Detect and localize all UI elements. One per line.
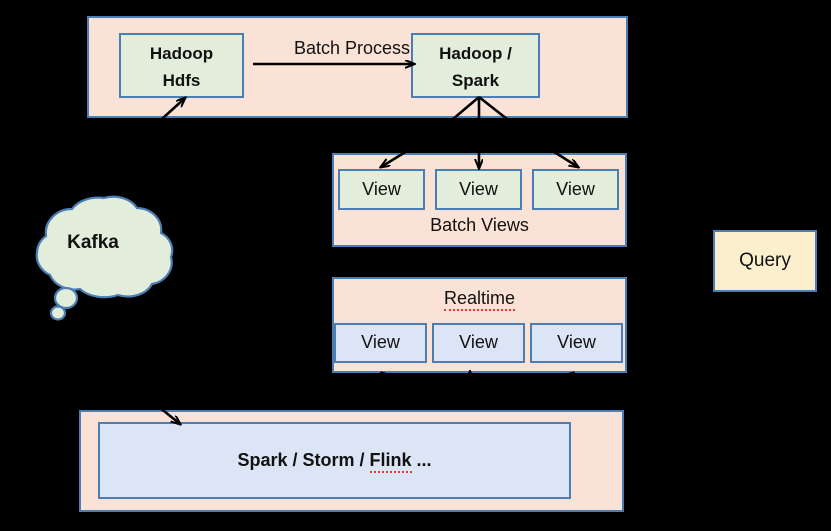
realtime-views-panel: Realtime View View View	[332, 277, 627, 373]
batch-view-box-1[interactable]: View	[338, 169, 425, 210]
realtime-view-label-1: View	[361, 332, 400, 353]
batch-view-label-3: View	[556, 178, 595, 199]
realtime-view-box-1[interactable]: View	[334, 323, 427, 363]
realtime-view-label-3: View	[557, 332, 596, 353]
hadoop-spark-box[interactable]: Hadoop / Spark	[411, 33, 540, 98]
query-label: Query	[739, 249, 791, 271]
stream-engines-text-c: ...	[411, 449, 432, 470]
batch-view-box-3[interactable]: View	[532, 169, 619, 210]
query-box[interactable]: Query	[713, 230, 817, 292]
speed-fan-line-right	[469, 388, 498, 411]
hadoop-hdfs-box[interactable]: Hadoop Hdfs	[119, 33, 244, 98]
batch-view-box-2[interactable]: View	[435, 169, 522, 210]
batch-views-panel: View View View Batch Views	[332, 153, 627, 247]
speed-fan-line-left	[445, 388, 471, 411]
batch-view-label-1: View	[362, 178, 401, 199]
hadoop-hdfs-line2: Hdfs	[162, 71, 201, 91]
stream-engines-box[interactable]: Spark / Storm / Flink ...	[98, 422, 571, 499]
stream-engines-text-b: Flink	[369, 449, 412, 473]
realtime-caption: Realtime	[334, 288, 625, 311]
realtime-view-label-2: View	[459, 332, 498, 353]
hadoop-hdfs-label: Hadoop Hdfs	[150, 35, 213, 91]
realtime-caption-text: Realtime	[443, 288, 516, 311]
kafka-cloud-shape[interactable]	[8, 188, 198, 328]
batch-view-label-2: View	[459, 178, 498, 199]
stream-engines-label: Spark / Storm / Flink ...	[237, 449, 432, 473]
realtime-view-box-2[interactable]: View	[432, 323, 525, 363]
hadoop-hdfs-line1: Hadoop	[149, 44, 214, 63]
stream-engines-text-a: Spark / Storm /	[237, 449, 370, 470]
hadoop-spark-line2: Spark	[451, 71, 500, 91]
arrow-speed-to-realtimeview-3	[544, 373, 573, 397]
hadoop-spark-line1: Hadoop /	[439, 44, 512, 63]
diagram-canvas: Hadoop Hdfs Batch Process Hadoop / Spark…	[0, 0, 831, 531]
realtime-view-box-3[interactable]: View	[530, 323, 623, 363]
batch-layer-panel: Hadoop Hdfs Batch Process Hadoop / Spark	[87, 16, 628, 118]
batch-process-label: Batch Process	[293, 38, 411, 58]
arrow-speed-to-realtimeview-1	[382, 373, 411, 397]
batch-views-caption: Batch Views	[430, 215, 529, 235]
hadoop-spark-label: Hadoop / Spark	[439, 35, 512, 91]
speed-layer-panel: Spark / Storm / Flink ...	[79, 410, 624, 512]
